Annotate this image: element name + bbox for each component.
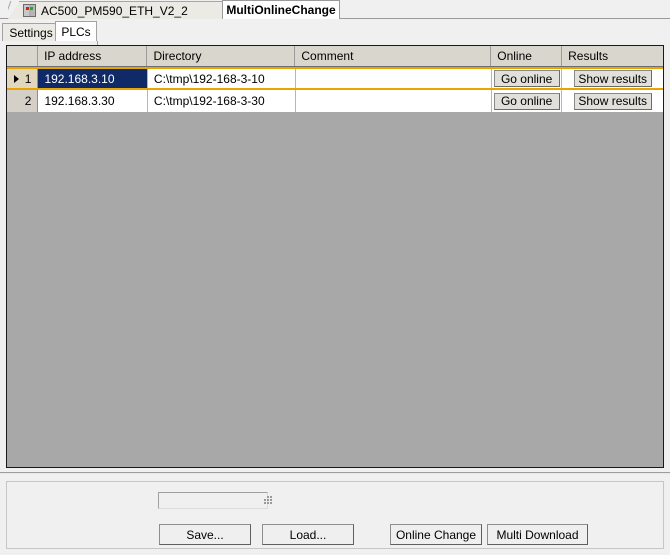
grid-header-directory[interactable]: Directory xyxy=(147,46,296,66)
row-header-2[interactable]: 2 xyxy=(7,90,39,112)
plc-grid: IP address Directory Comment Online Resu… xyxy=(6,45,664,468)
tab-left-edge-line xyxy=(8,1,21,19)
cell-directory-2[interactable]: C:\tmp\192-168-3-30 xyxy=(147,90,296,112)
grid-header-row: IP address Directory Comment Online Resu… xyxy=(7,46,663,67)
tab-settings[interactable]: Settings xyxy=(2,23,60,41)
plc-device-icon xyxy=(23,4,36,17)
sub-tab-strip: Settings PLCs xyxy=(0,19,670,58)
multi-online-change-window: AC500_PM590_ETH_V2_2 MultiOnlineChange S… xyxy=(0,0,670,555)
row-number: 1 xyxy=(24,71,32,86)
tab-plcs[interactable]: PLCs xyxy=(55,21,97,41)
grid-header-rownum[interactable] xyxy=(7,46,39,66)
row-indicator-caret-icon xyxy=(14,74,19,83)
go-online-button-2[interactable]: Go online xyxy=(493,92,560,110)
cell-comment-1[interactable] xyxy=(295,69,492,88)
tab-body: AC500_PM590_ETH_V2_2 xyxy=(19,1,227,19)
save-button[interactable]: Save... xyxy=(159,524,251,545)
row-header-1[interactable]: 1 xyxy=(7,69,39,88)
go-online-button-1[interactable]: Go online xyxy=(493,70,560,87)
panel-separator xyxy=(0,472,670,474)
cell-results-1: Show results xyxy=(562,69,663,88)
show-results-button-2[interactable]: Show results xyxy=(573,92,652,110)
show-results-button-1[interactable]: Show results xyxy=(573,70,652,87)
cell-directory-1[interactable]: C:\tmp\192-168-3-10 xyxy=(147,69,296,88)
table-row[interactable]: 2 192.168.3.30 C:\tmp\192-168-3-30 Go on… xyxy=(7,90,663,112)
document-tab-label: AC500_PM590_ETH_V2_2 xyxy=(41,3,188,18)
grid-header-ip-address[interactable]: IP address xyxy=(38,46,148,66)
resize-grip-icon[interactable] xyxy=(264,496,273,505)
document-tab-ac500[interactable]: AC500_PM590_ETH_V2_2 xyxy=(8,1,238,19)
load-button[interactable]: Load... xyxy=(262,524,354,545)
grid-header-results[interactable]: Results xyxy=(562,46,663,66)
cell-results-2: Show results xyxy=(562,90,663,112)
cell-online-2: Go online xyxy=(491,90,563,112)
cell-online-1: Go online xyxy=(491,69,563,88)
online-change-button[interactable]: Online Change xyxy=(390,524,482,545)
progress-bar xyxy=(158,492,268,509)
document-tab-multionlinechange[interactable]: MultiOnlineChange xyxy=(222,0,340,19)
cell-ip-address-2[interactable]: 192.168.3.30 xyxy=(38,90,148,112)
cell-ip-address-1[interactable]: 192.168.3.10 xyxy=(38,69,148,88)
row-number: 2 xyxy=(24,94,32,108)
cell-comment-2[interactable] xyxy=(295,90,492,112)
table-row[interactable]: 1 192.168.3.10 C:\tmp\192-168-3-10 Go on… xyxy=(7,67,663,90)
document-tab-strip: AC500_PM590_ETH_V2_2 MultiOnlineChange xyxy=(0,0,670,19)
multi-download-button[interactable]: Multi Download xyxy=(487,524,588,545)
grid-header-online[interactable]: Online xyxy=(491,46,563,66)
grid-header-comment[interactable]: Comment xyxy=(295,46,492,66)
